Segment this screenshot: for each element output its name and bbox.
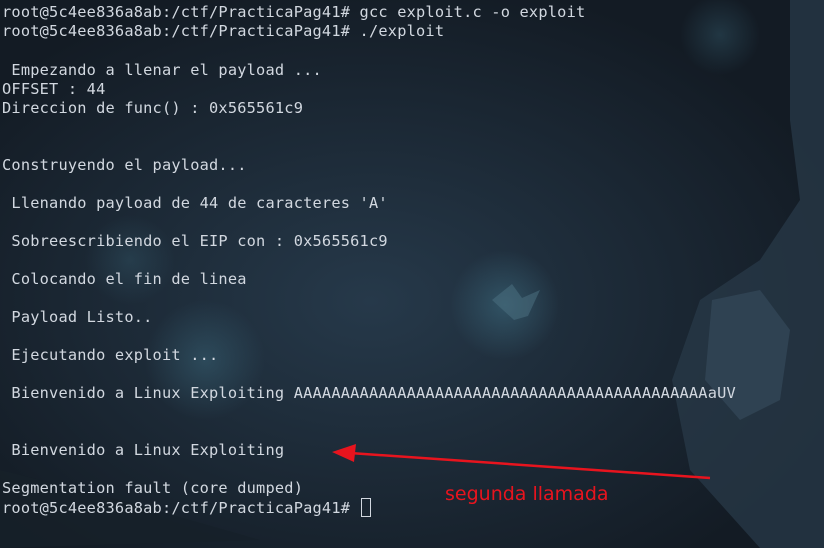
terminal-line: Empezando a llenar el payload ... [2,61,322,79]
terminal-line: root@5c4ee836a8ab:/ctf/PracticaPag41# gc… [2,3,586,21]
terminal-line: OFFSET : 44 [2,80,106,98]
terminal-line: Construyendo el payload... [2,156,247,174]
terminal-line: Segmentation fault (core dumped) [2,479,304,497]
terminal-line: Bienvenido a Linux Exploiting [2,441,285,459]
terminal-prompt-line[interactable]: root@5c4ee836a8ab:/ctf/PracticaPag41# [2,498,371,517]
terminal-line: Llenando payload de 44 de caracteres 'A' [2,194,388,212]
shell-prompt: root@5c4ee836a8ab:/ctf/PracticaPag41# [2,499,360,517]
terminal-line: Ejecutando exploit ... [2,346,219,364]
terminal-line: Payload Listo.. [2,308,153,326]
terminal-line: Direccion de func() : 0x565561c9 [2,99,304,117]
terminal-line: root@5c4ee836a8ab:/ctf/PracticaPag41# ./… [2,22,445,40]
terminal-line: Colocando el fin de linea [2,270,247,288]
terminal-line: Sobreescribiendo el EIP con : 0x565561c9 [2,232,388,250]
annotation-label: segunda llamada [445,483,609,505]
text-cursor [360,498,371,517]
terminal-line: Bienvenido a Linux Exploiting AAAAAAAAAA… [2,384,736,402]
